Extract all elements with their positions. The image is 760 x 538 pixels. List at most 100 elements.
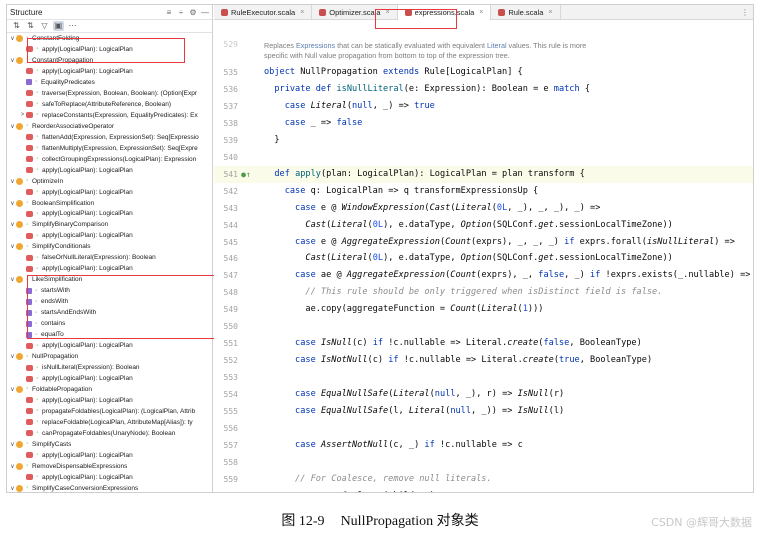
chevron-right-icon[interactable]: > [19, 112, 26, 118]
code-text[interactable]: case EqualNullSafe(l, Literal(null, _)) … [264, 403, 564, 420]
tree-node-label: apply(LogicalPlan): LogicalPlan [42, 188, 133, 196]
code-text[interactable]: object NullPropagation extends Rule[Logi… [264, 64, 523, 81]
tree-object-node[interactable]: ∨ ◦ NullPropagation [7, 351, 212, 362]
doc-comment-line-2: specific with Null value propagation fro… [264, 51, 510, 60]
code-text[interactable]: case e @ Coalesce(children) => [264, 488, 450, 492]
minimize-icon[interactable]: — [200, 7, 210, 18]
code-text[interactable]: def apply(plan: LogicalPlan): LogicalPla… [264, 166, 584, 183]
tree-member-node[interactable]: ◦ safeToReplace(AttributeReference, Boole… [7, 99, 212, 110]
code-text[interactable]: ae.copy(aggregateFunction = Count(Litera… [264, 301, 543, 318]
line-number: 556 [223, 423, 238, 433]
code-text[interactable]: case _ => false [264, 115, 363, 132]
tree-object-node[interactable]: ∨ ◦ SimplifyCaseConversionExpressions [7, 483, 212, 492]
tree-member-node[interactable]: ◦ apply(LogicalPlan): LogicalPlan [7, 340, 212, 351]
visibility-icon: ◦ [36, 419, 39, 426]
tree-member-node[interactable]: ◦ apply(LogicalPlan): LogicalPlan [7, 165, 212, 176]
highlight-box-likesimplification [27, 275, 227, 339]
tree-node-label: SimplifyBinaryComparison [32, 221, 109, 229]
tree-member-node[interactable]: ◦ replaceFoldable(LogicalPlan, AttributeM… [7, 417, 212, 428]
chevron-down-icon[interactable]: ∨ [9, 441, 16, 448]
visibility-icon: ◦ [26, 463, 29, 470]
tree-member-node[interactable]: ◦ flattenMultiply(Expression, ExpressionS… [7, 143, 212, 154]
code-text[interactable]: // For Coalesce, remove null literals. [264, 471, 492, 488]
chevron-down-icon[interactable]: ∨ [9, 243, 16, 250]
close-icon[interactable]: × [479, 9, 483, 16]
code-text[interactable]: Cast(Literal(0L), e.dataType, Option(SQL… [264, 250, 672, 267]
tree-member-node[interactable]: ◦ apply(LogicalPlan): LogicalPlan [7, 450, 212, 461]
code-text[interactable]: // This rule should be only triggered wh… [264, 284, 662, 301]
scala-file-icon [221, 8, 228, 16]
code-text[interactable]: case q: LogicalPlan => q transformExpres… [264, 183, 539, 200]
code-text[interactable]: case Literal(null, _) => true [264, 98, 435, 115]
chevron-down-icon[interactable]: ∨ [9, 123, 16, 130]
tree-object-node[interactable]: ∨ ◦ BooleanSimplification [7, 198, 212, 209]
tree-member-node[interactable]: ◦ apply(LogicalPlan): LogicalPlan [7, 373, 212, 384]
chevron-down-icon[interactable]: ∨ [9, 276, 16, 283]
tree-object-node[interactable]: ∨ ◦ ReorderAssociativeOperator [7, 121, 212, 132]
chevron-down-icon[interactable]: ∨ [9, 485, 16, 492]
tree-member-node[interactable]: ◦ canPropagateFoldables(UnaryNode): Boole… [7, 428, 212, 439]
code-text[interactable]: case e @ AggregateExpression(Count(exprs… [264, 234, 735, 251]
close-icon[interactable]: × [548, 9, 552, 16]
tree-member-node[interactable]: > ◦ replaceConstants(Expression, EqualityP… [7, 110, 212, 121]
tree-object-node[interactable]: ∨ ◦ FoldablePropagation [7, 384, 212, 395]
tree-member-node[interactable]: ◦ apply(LogicalPlan): LogicalPlan [7, 187, 212, 198]
tree-object-node[interactable]: ∨ ◦ OptimizeIn [7, 176, 212, 187]
tree-member-node[interactable]: ◦ apply(LogicalPlan): LogicalPlan [7, 66, 212, 77]
show-fields-icon[interactable]: ▣ [53, 21, 64, 31]
tree-object-node[interactable]: ∨ ◦ SimplifyCasts [7, 439, 212, 450]
close-icon[interactable]: × [300, 9, 304, 16]
override-marker-icon[interactable]: ●↑ [241, 166, 251, 183]
chevron-down-icon[interactable]: ∨ [9, 221, 16, 228]
code-text[interactable]: case ae @ AggregateExpression(Count(expr… [264, 267, 750, 284]
chevron-down-icon[interactable]: ∨ [9, 178, 16, 185]
more-options-icon[interactable]: ⋯ [67, 21, 78, 31]
tree-object-node[interactable]: ∨ ◦ SimplifyBinaryComparison [7, 219, 212, 230]
chevron-down-icon[interactable]: ∨ [9, 386, 16, 393]
tree-member-node[interactable]: ◦ falseOrNullLiteral(Expression): Boolean [7, 252, 212, 263]
sort-alphabetically-icon[interactable]: ⇅ [25, 21, 36, 31]
code-text[interactable]: case EqualNullSafe(Literal(null, _), r) … [264, 386, 564, 403]
tree-member-node[interactable]: ◦ propagateFoldables(LogicalPlan): (Logic… [7, 406, 212, 417]
visibility-icon: ◦ [36, 408, 39, 415]
tree-member-node[interactable]: ◦ apply(LogicalPlan): LogicalPlan [7, 209, 212, 220]
code-line: 540 [214, 149, 753, 166]
figure-caption: 图 12-9 NullPropagation 对象类 [0, 510, 760, 530]
chevron-down-icon[interactable]: ∨ [9, 35, 16, 42]
editor-tab[interactable]: Rule.scala × [491, 5, 561, 20]
code-text[interactable]: Cast(Literal(0L), e.dataType, Option(SQL… [264, 217, 672, 234]
chevron-down-icon[interactable]: ∨ [9, 57, 16, 64]
code-text[interactable]: case IsNotNull(c) if !c.nullable => Lite… [264, 352, 652, 369]
visibility-icon: ◦ [26, 485, 29, 492]
collapse-all-icon[interactable]: ÷ [176, 7, 186, 18]
tree-member-node[interactable]: ◦ traverse(Expression, Boolean, Boolean):… [7, 88, 212, 99]
tree-member-node[interactable]: ◦ flattenAdd(Expression, ExpressionSet): … [7, 132, 212, 143]
tree-member-node[interactable]: ◦ apply(LogicalPlan): LogicalPlan [7, 472, 212, 483]
filter-icon[interactable]: ▽ [39, 21, 50, 31]
editor-tab[interactable]: RuleExecutor.scala × [214, 5, 313, 20]
tree-member-node[interactable]: ◦ EqualityPredicates [7, 77, 212, 88]
tree-member-node[interactable]: ◦ apply(LogicalPlan): LogicalPlan [7, 230, 212, 241]
chevron-down-icon[interactable]: ∨ [9, 463, 16, 470]
code-text[interactable]: case IsNull(c) if !c.nullable => Literal… [264, 335, 642, 352]
sort-by-visibility-icon[interactable]: ⇅ [11, 21, 22, 31]
code-text[interactable]: } [264, 132, 279, 149]
tree-member-node[interactable]: ◦ apply(LogicalPlan): LogicalPlan [7, 263, 212, 274]
tabs-menu-icon[interactable]: ⋮ [741, 8, 753, 17]
code-text[interactable]: private def isNullLiteral(e: Expression)… [264, 81, 590, 98]
line-number: 548 [223, 288, 238, 298]
method-icon [26, 430, 33, 437]
gear-icon[interactable]: ⚙ [188, 7, 198, 18]
expand-all-icon[interactable]: ≡ [164, 7, 174, 18]
tree-object-node[interactable]: ∨ ◦ SimplifyConditionals [7, 241, 212, 252]
chevron-down-icon[interactable]: ∨ [9, 353, 16, 360]
chevron-down-icon[interactable]: ∨ [9, 200, 16, 207]
tree-member-node[interactable]: ◦ isNullLiteral(Expression): Boolean [7, 362, 212, 373]
tree-member-node[interactable]: ◦ collectGroupingExpressions(LogicalPlan)… [7, 154, 212, 165]
code-line: 554 case EqualNullSafe(Literal(null, _),… [214, 386, 753, 403]
tree-object-node[interactable]: ∨ ◦ RemoveDispensableExpressions [7, 461, 212, 472]
code-text[interactable]: case e @ WindowExpression(Cast(Literal(0… [264, 200, 600, 217]
code-text[interactable]: case AssertNotNull(c, _) if !c.nullable … [264, 437, 523, 454]
tree-member-node[interactable]: ◦ apply(LogicalPlan): LogicalPlan [7, 395, 212, 406]
visibility-icon: ◦ [26, 178, 29, 185]
